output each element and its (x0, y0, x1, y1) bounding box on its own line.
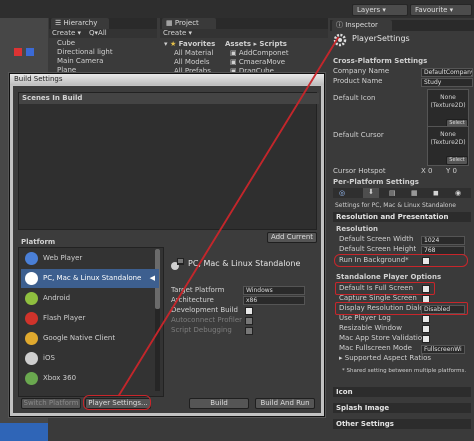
annotation-lines (117, 36, 340, 397)
annotation-line-player-settings (117, 36, 339, 397)
annotation-line-shadow (118, 36, 340, 397)
